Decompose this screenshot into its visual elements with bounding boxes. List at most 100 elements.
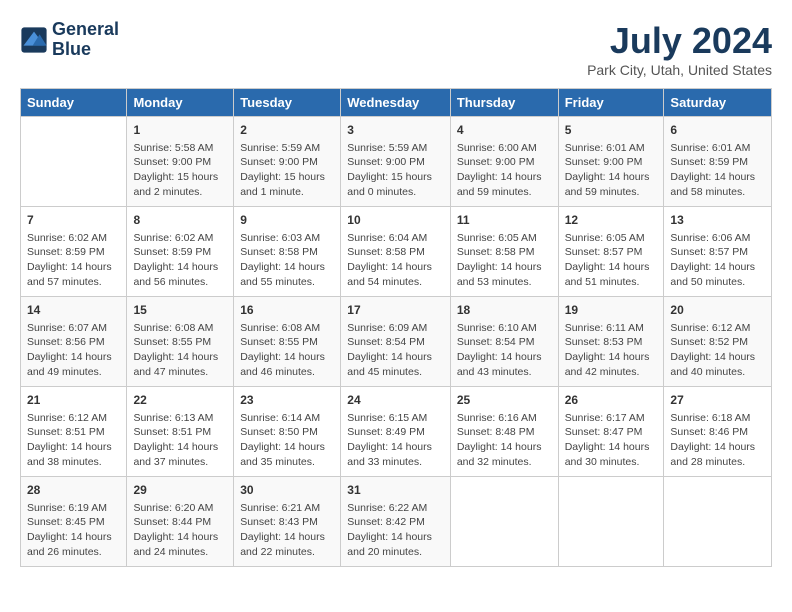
calendar-cell: 14Sunrise: 6:07 AM Sunset: 8:56 PM Dayli… [21, 297, 127, 387]
day-number: 7 [27, 212, 120, 229]
day-number: 27 [670, 392, 765, 409]
day-number: 6 [670, 122, 765, 139]
day-info: Sunrise: 6:05 AM Sunset: 8:57 PM Dayligh… [565, 231, 658, 290]
day-info: Sunrise: 5:58 AM Sunset: 9:00 PM Dayligh… [133, 141, 227, 200]
day-info: Sunrise: 6:11 AM Sunset: 8:53 PM Dayligh… [565, 321, 658, 380]
calendar-cell: 2Sunrise: 5:59 AM Sunset: 9:00 PM Daylig… [234, 117, 341, 207]
day-number: 15 [133, 302, 227, 319]
day-number: 10 [347, 212, 444, 229]
calendar-cell: 15 Sunrise: 6:08 AM Sunset: 8:55 PM Dayli… [127, 297, 234, 387]
calendar-cell: 25 Sunrise: 6:16 AM Sunset: 8:48 PM Dayli… [450, 387, 558, 477]
day-number: 17 [347, 302, 444, 319]
day-number: 11 [457, 212, 552, 229]
day-info: Sunrise: 5:59 AM Sunset: 9:00 PM Dayligh… [347, 141, 444, 200]
calendar-cell: 8 Sunrise: 6:02 AM Sunset: 8:59 PM Daylig… [127, 207, 234, 297]
day-number: 3 [347, 122, 444, 139]
calendar-cell: 22Sunrise: 6:13 AM Sunset: 8:51 PM Dayli… [127, 387, 234, 477]
calendar-cell: 20Sunrise: 6:12 AM Sunset: 8:52 PM Dayli… [664, 297, 772, 387]
calendar-cell: 24 Sunrise: 6:15 AM Sunset: 8:49 PM Dayli… [341, 387, 451, 477]
calendar-cell [664, 477, 772, 567]
day-info: Sunrise: 6:16 AM Sunset: 8:48 PM Dayligh… [457, 411, 552, 470]
calendar-cell: 3 Sunrise: 5:59 AM Sunset: 9:00 PM Daylig… [341, 117, 451, 207]
day-info: Sunrise: 6:00 AM Sunset: 9:00 PM Dayligh… [457, 141, 552, 200]
location: Park City, Utah, United States [587, 62, 772, 78]
logo: General Blue [20, 20, 119, 60]
calendar-table: SundayMondayTuesdayWednesdayThursdayFrid… [20, 88, 772, 567]
logo-text: General Blue [52, 20, 119, 60]
calendar-header-day: Thursday [450, 89, 558, 117]
day-number: 28 [27, 482, 120, 499]
day-info: Sunrise: 6:01 AM Sunset: 8:59 PM Dayligh… [670, 141, 765, 200]
calendar-cell: 7 Sunrise: 6:02 AM Sunset: 8:59 PM Daylig… [21, 207, 127, 297]
calendar-cell: 13Sunrise: 6:06 AM Sunset: 8:57 PM Dayli… [664, 207, 772, 297]
day-info: Sunrise: 6:08 AM Sunset: 8:55 PM Dayligh… [240, 321, 334, 380]
day-number: 1 [133, 122, 227, 139]
calendar-cell: 11 Sunrise: 6:05 AM Sunset: 8:58 PM Dayli… [450, 207, 558, 297]
day-info: Sunrise: 6:12 AM Sunset: 8:51 PM Dayligh… [27, 411, 120, 470]
day-info: Sunrise: 6:21 AM Sunset: 8:43 PM Dayligh… [240, 501, 334, 560]
calendar-cell: 21Sunrise: 6:12 AM Sunset: 8:51 PM Dayli… [21, 387, 127, 477]
logo-icon [20, 26, 48, 54]
day-info: Sunrise: 5:59 AM Sunset: 9:00 PM Dayligh… [240, 141, 334, 200]
calendar-cell [21, 117, 127, 207]
calendar-cell: 12 Sunrise: 6:05 AM Sunset: 8:57 PM Dayli… [558, 207, 664, 297]
day-info: Sunrise: 6:02 AM Sunset: 8:59 PM Dayligh… [133, 231, 227, 290]
day-number: 12 [565, 212, 658, 229]
calendar-cell: 28 Sunrise: 6:19 AM Sunset: 8:45 PM Dayli… [21, 477, 127, 567]
day-info: Sunrise: 6:09 AM Sunset: 8:54 PM Dayligh… [347, 321, 444, 380]
calendar-week-row: 1 Sunrise: 5:58 AM Sunset: 9:00 PM Daylig… [21, 117, 772, 207]
calendar-week-row: 28 Sunrise: 6:19 AM Sunset: 8:45 PM Dayli… [21, 477, 772, 567]
calendar-header-day: Monday [127, 89, 234, 117]
calendar-cell: 19 Sunrise: 6:11 AM Sunset: 8:53 PM Dayli… [558, 297, 664, 387]
day-number: 24 [347, 392, 444, 409]
day-number: 16 [240, 302, 334, 319]
day-info: Sunrise: 6:07 AM Sunset: 8:56 PM Dayligh… [27, 321, 120, 380]
day-info: Sunrise: 6:14 AM Sunset: 8:50 PM Dayligh… [240, 411, 334, 470]
calendar-cell: 18Sunrise: 6:10 AM Sunset: 8:54 PM Dayli… [450, 297, 558, 387]
calendar-cell: 26 Sunrise: 6:17 AM Sunset: 8:47 PM Dayli… [558, 387, 664, 477]
day-number: 31 [347, 482, 444, 499]
day-info: Sunrise: 6:01 AM Sunset: 9:00 PM Dayligh… [565, 141, 658, 200]
calendar-header-day: Sunday [21, 89, 127, 117]
day-info: Sunrise: 6:10 AM Sunset: 8:54 PM Dayligh… [457, 321, 552, 380]
day-info: Sunrise: 6:06 AM Sunset: 8:57 PM Dayligh… [670, 231, 765, 290]
month-title: July 2024 [587, 20, 772, 62]
day-info: Sunrise: 6:18 AM Sunset: 8:46 PM Dayligh… [670, 411, 765, 470]
day-number: 9 [240, 212, 334, 229]
calendar-cell: 30 Sunrise: 6:21 AM Sunset: 8:43 PM Dayli… [234, 477, 341, 567]
day-info: Sunrise: 6:08 AM Sunset: 8:55 PM Dayligh… [133, 321, 227, 380]
calendar-week-row: 7 Sunrise: 6:02 AM Sunset: 8:59 PM Daylig… [21, 207, 772, 297]
day-number: 8 [133, 212, 227, 229]
day-info: Sunrise: 6:03 AM Sunset: 8:58 PM Dayligh… [240, 231, 334, 290]
day-number: 29 [133, 482, 227, 499]
calendar-header-day: Wednesday [341, 89, 451, 117]
calendar-cell [558, 477, 664, 567]
day-info: Sunrise: 6:22 AM Sunset: 8:42 PM Dayligh… [347, 501, 444, 560]
calendar-cell: 6 Sunrise: 6:01 AM Sunset: 8:59 PM Daylig… [664, 117, 772, 207]
calendar-cell [450, 477, 558, 567]
day-number: 26 [565, 392, 658, 409]
day-number: 4 [457, 122, 552, 139]
page-header: General Blue July 2024 Park City, Utah, … [20, 20, 772, 78]
day-number: 23 [240, 392, 334, 409]
day-number: 19 [565, 302, 658, 319]
title-section: July 2024 Park City, Utah, United States [587, 20, 772, 78]
day-number: 30 [240, 482, 334, 499]
calendar-week-row: 21Sunrise: 6:12 AM Sunset: 8:51 PM Dayli… [21, 387, 772, 477]
day-info: Sunrise: 6:17 AM Sunset: 8:47 PM Dayligh… [565, 411, 658, 470]
calendar-header-day: Tuesday [234, 89, 341, 117]
calendar-cell: 29Sunrise: 6:20 AM Sunset: 8:44 PM Dayli… [127, 477, 234, 567]
day-info: Sunrise: 6:19 AM Sunset: 8:45 PM Dayligh… [27, 501, 120, 560]
day-number: 20 [670, 302, 765, 319]
day-number: 25 [457, 392, 552, 409]
day-info: Sunrise: 6:13 AM Sunset: 8:51 PM Dayligh… [133, 411, 227, 470]
calendar-cell: 1 Sunrise: 5:58 AM Sunset: 9:00 PM Daylig… [127, 117, 234, 207]
calendar-cell: 17 Sunrise: 6:09 AM Sunset: 8:54 PM Dayli… [341, 297, 451, 387]
day-info: Sunrise: 6:02 AM Sunset: 8:59 PM Dayligh… [27, 231, 120, 290]
day-info: Sunrise: 6:05 AM Sunset: 8:58 PM Dayligh… [457, 231, 552, 290]
calendar-cell: 27 Sunrise: 6:18 AM Sunset: 8:46 PM Dayli… [664, 387, 772, 477]
calendar-cell: 4 Sunrise: 6:00 AM Sunset: 9:00 PM Daylig… [450, 117, 558, 207]
day-info: Sunrise: 6:15 AM Sunset: 8:49 PM Dayligh… [347, 411, 444, 470]
calendar-cell: 16 Sunrise: 6:08 AM Sunset: 8:55 PM Dayli… [234, 297, 341, 387]
calendar-header-row: SundayMondayTuesdayWednesdayThursdayFrid… [21, 89, 772, 117]
